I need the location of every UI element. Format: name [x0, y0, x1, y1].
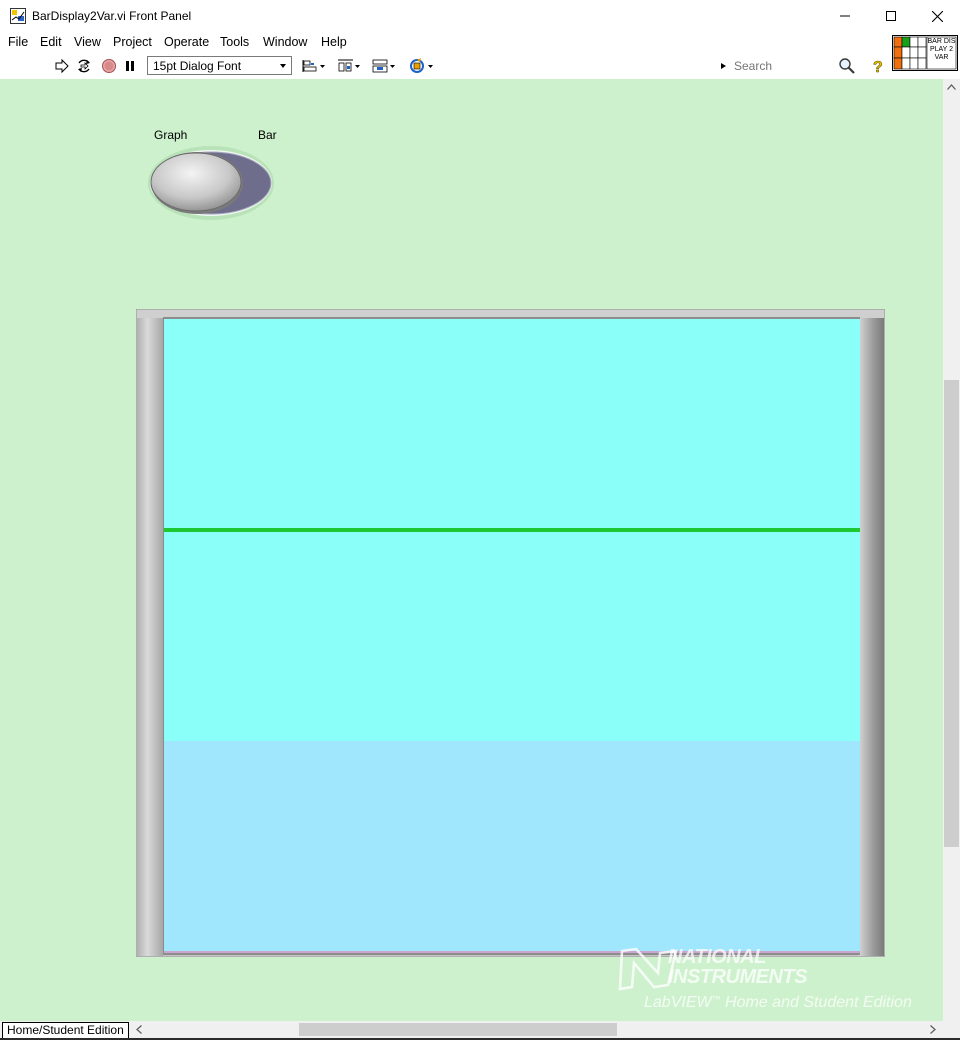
maximize-icon — [886, 11, 896, 21]
vertical-scroll-thumb[interactable] — [944, 380, 959, 847]
watermark-product: LabVIEW — [644, 994, 712, 1011]
scroll-up-icon[interactable] — [947, 84, 956, 90]
reorder-icon[interactable] — [408, 57, 436, 75]
plot-background-bottom — [164, 741, 860, 953]
maximize-button[interactable] — [868, 0, 914, 32]
help-icon[interactable]: ? — [869, 57, 887, 75]
window-title: BarDisplay2Var.vi Front Panel — [32, 9, 192, 23]
menu-project[interactable]: Project — [113, 35, 152, 49]
search-icon[interactable] — [838, 57, 856, 75]
run-continuously-icon[interactable] — [75, 57, 93, 75]
menu-tools[interactable]: Tools — [220, 35, 249, 49]
chevron-down-icon — [280, 64, 286, 68]
vi-connector-icon[interactable]: BAR DISPLAY 2 VAR — [892, 35, 958, 71]
search-box — [730, 56, 860, 76]
resize-objects-icon[interactable] — [371, 57, 397, 75]
menu-bar: File Edit View Project Operate Tools Win… — [0, 32, 892, 53]
watermark-brand-line2: INSTRUMENTS — [668, 966, 807, 988]
font-select[interactable]: 15pt Dialog Font — [147, 56, 292, 75]
search-input[interactable] — [732, 57, 840, 75]
horizontal-scrollbar[interactable]: Home/Student Edition — [0, 1021, 960, 1039]
scroll-right-icon[interactable] — [930, 1025, 936, 1034]
menu-help[interactable]: Help — [321, 35, 347, 49]
run-arrow-icon[interactable] — [53, 57, 71, 75]
vertical-scrollbar[interactable] — [943, 79, 960, 1021]
close-icon — [931, 10, 943, 22]
edition-label: Home/Student Edition — [2, 1022, 129, 1039]
title-bar: BarDisplay2Var.vi Front Panel — [0, 0, 960, 32]
horizontal-scroll-thumb[interactable] — [299, 1023, 617, 1036]
menu-view[interactable]: View — [74, 35, 101, 49]
vi-icon-text: BAR DISPLAY 2 VAR — [927, 38, 956, 61]
distribute-objects-icon[interactable] — [336, 57, 362, 75]
menu-window[interactable]: Window — [263, 35, 307, 49]
svg-text:?: ? — [873, 59, 883, 75]
chevron-right-icon[interactable] — [721, 63, 726, 69]
close-button[interactable] — [914, 0, 960, 32]
watermark-edition: Home and Student Edition — [725, 994, 912, 1011]
toolbar: 15pt Dialog Font ? — [0, 53, 892, 80]
scroll-left-icon[interactable] — [136, 1025, 142, 1034]
toggle-label-graph: Graph — [154, 128, 188, 142]
plot-area[interactable] — [164, 319, 860, 953]
menu-operate[interactable]: Operate — [164, 35, 209, 49]
graph-bar-toggle-switch[interactable] — [147, 145, 275, 221]
toggle-label-bar: Bar — [258, 128, 277, 142]
align-objects-icon[interactable] — [301, 57, 327, 75]
minimize-icon — [840, 15, 850, 17]
pause-icon[interactable] — [121, 57, 139, 75]
font-select-value: 15pt Dialog Font — [153, 59, 242, 73]
minimize-button[interactable] — [822, 0, 868, 32]
front-panel: Graph Bar NATIONAL INSTRUMENTS LabVIEW™ … — [0, 79, 943, 1021]
menu-file[interactable]: File — [8, 35, 28, 49]
menu-edit[interactable]: Edit — [40, 35, 62, 49]
labview-vi-icon — [10, 8, 26, 24]
abort-icon[interactable] — [100, 57, 118, 75]
